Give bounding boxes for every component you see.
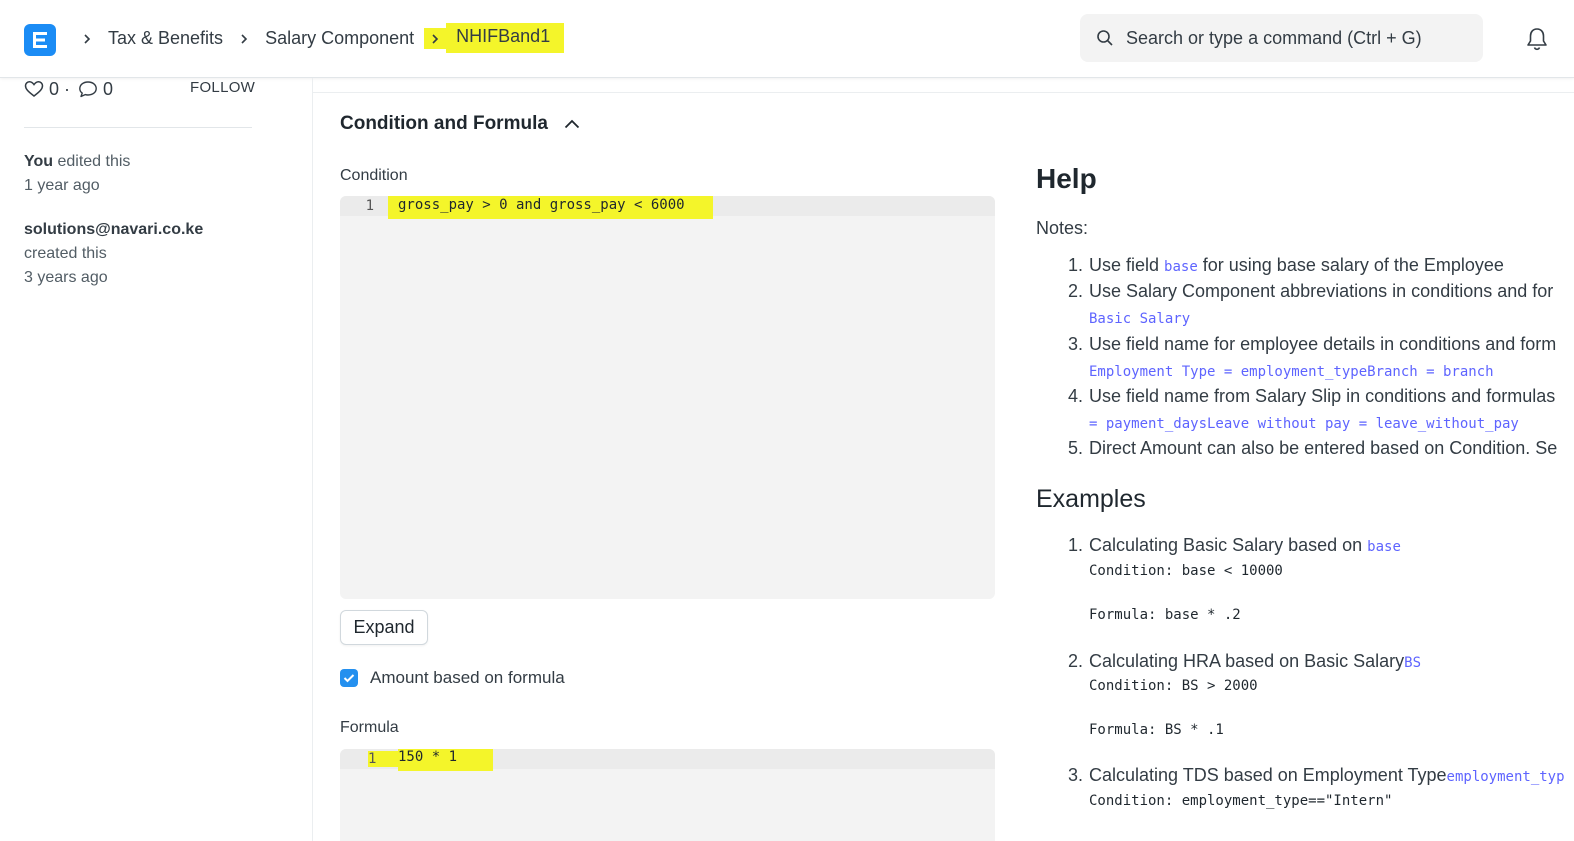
notes-label: Notes:: [1036, 218, 1089, 238]
code-line: 1 150 * 1: [340, 749, 995, 771]
list-number: 5.: [1068, 438, 1084, 458]
list-number: 4.: [1068, 386, 1084, 406]
chevron-up-icon[interactable]: [564, 119, 580, 129]
activity-actor[interactable]: You: [24, 153, 53, 170]
heart-icon[interactable]: [24, 80, 44, 98]
formula-code-editor[interactable]: 1 150 * 1: [340, 749, 995, 841]
search-input[interactable]: [1126, 27, 1466, 49]
note-item: 2. Use Salary Component abbreviations in …: [1068, 281, 1553, 302]
breadcrumb: Tax & Benefits Salary Component NHIFBand…: [76, 23, 565, 53]
condition-code-editor[interactable]: 1 gross_pay > 0 and gross_pay < 6000: [340, 196, 995, 599]
example-code: employment_typ: [1446, 769, 1565, 785]
search-bar[interactable]: [1080, 14, 1483, 62]
amount-based-on-formula-field[interactable]: Amount based on formula: [340, 668, 565, 688]
breadcrumb-item-tax-benefits[interactable]: Tax & Benefits: [108, 28, 223, 49]
breadcrumb-item-salary-component[interactable]: Salary Component: [265, 28, 414, 49]
breadcrumb-item-current[interactable]: NHIFBand1: [446, 23, 565, 53]
list-number: 2.: [1068, 281, 1084, 301]
note-text: Use field name from Salary Slip in condi…: [1089, 386, 1556, 406]
example-condition: Condition: base < 10000: [1089, 563, 1283, 579]
chevron-right-icon: [76, 28, 98, 49]
list-number: 3.: [1068, 765, 1084, 785]
list-number: 1.: [1068, 255, 1084, 275]
example-text: Calculating Basic Salary based on: [1089, 535, 1368, 555]
example-code: base: [1367, 539, 1401, 555]
comment-count: 0: [103, 78, 114, 99]
example-condition: Condition: employment_type=="Intern": [1089, 793, 1393, 809]
activity-item: solutions@navari.co.ke created this 3 ye…: [24, 218, 203, 290]
note-text: Direct Amount can also be entered based …: [1089, 438, 1558, 458]
example-text: Calculating HRA based on Basic Salary: [1089, 651, 1405, 671]
app-logo[interactable]: [24, 24, 56, 56]
example-code: BS: [1404, 655, 1422, 671]
search-icon: [1097, 30, 1113, 46]
separator-dot: ·: [64, 78, 71, 99]
activity-action: edited this: [57, 153, 131, 170]
list-number: 2.: [1068, 651, 1084, 671]
note-text: Use Salary Component abbreviations in co…: [1089, 281, 1554, 301]
note-item: 5. Direct Amount can also be entered base…: [1068, 438, 1557, 459]
list-number: 1.: [1068, 535, 1084, 555]
example-condition: Condition: BS > 2000: [1089, 678, 1258, 694]
follow-button[interactable]: FOLLOW: [190, 79, 255, 96]
line-number: 1: [365, 198, 374, 214]
activity-item: You edited this 1 year ago: [24, 150, 130, 198]
note-item: 3. Use field name for employee details in…: [1068, 334, 1556, 355]
navbar: Tax & Benefits Salary Component NHIFBand…: [0, 0, 1574, 78]
like-count: 0: [49, 78, 60, 99]
activity-action: created this: [24, 245, 107, 262]
chevron-right-icon: [424, 27, 447, 49]
note-text: for using base salary of the Employee: [1197, 255, 1504, 275]
sidebar-divider: [24, 127, 252, 128]
example-formula: Formula: BS * .1: [1089, 722, 1224, 738]
note-code: Basic Salary: [1089, 311, 1191, 327]
example-item: 1. Calculating Basic Salary based on base: [1068, 535, 1401, 556]
note-text: Use field: [1089, 255, 1165, 275]
notifications-button[interactable]: [1526, 27, 1548, 56]
code-line: 1 gross_pay > 0 and gross_pay < 6000: [340, 196, 995, 219]
note-code: = payment_daysLeave without pay = leave_…: [1089, 416, 1519, 432]
activity-actor[interactable]: solutions@navari.co.ke: [24, 221, 203, 238]
note-code: Employment Type = employment_typeBranch …: [1089, 364, 1494, 380]
expand-button[interactable]: Expand: [340, 610, 428, 645]
section-header-condition-formula[interactable]: Condition and Formula: [340, 113, 580, 135]
note-item: 1. Use field base for using base salary o…: [1068, 255, 1504, 276]
bell-icon: [1527, 28, 1547, 51]
amount-based-on-formula-label: Amount based on formula: [370, 668, 565, 687]
note-code: base: [1164, 259, 1198, 275]
example-formula: Formula: base * .2: [1089, 607, 1241, 623]
activity-time: 1 year ago: [24, 177, 100, 194]
like-comment-counter: 0 · 0: [24, 78, 113, 100]
formula-label: Formula: [340, 719, 399, 736]
comment-icon[interactable]: [78, 80, 98, 98]
example-text: Calculating TDS based on Employment Type: [1089, 765, 1447, 785]
note-item: 4. Use field name from Salary Slip in con…: [1068, 386, 1555, 407]
checkmark-icon: [343, 674, 355, 683]
example-item: 2. Calculating HRA based on Basic SalaryB…: [1068, 651, 1421, 672]
erpnext-logo-icon: [33, 32, 47, 48]
list-number: 3.: [1068, 334, 1084, 354]
amount-based-on-formula-checkbox[interactable]: [340, 669, 358, 687]
formula-code-text[interactable]: 150 * 1: [398, 749, 494, 771]
section-divider: [313, 92, 1574, 93]
line-number: 1: [368, 751, 398, 767]
examples-title: Examples: [1036, 485, 1146, 513]
condition-code-text[interactable]: gross_pay > 0 and gross_pay < 6000: [388, 196, 713, 219]
note-text: Use field name for employee details in c…: [1089, 334, 1557, 354]
chevron-right-icon: [233, 28, 255, 49]
condition-label: Condition: [340, 167, 408, 184]
help-title: Help: [1036, 163, 1097, 194]
activity-time: 3 years ago: [24, 269, 108, 286]
section-title: Condition and Formula: [340, 113, 548, 134]
example-item: 3. Calculating TDS based on Employment Ty…: [1068, 765, 1565, 786]
